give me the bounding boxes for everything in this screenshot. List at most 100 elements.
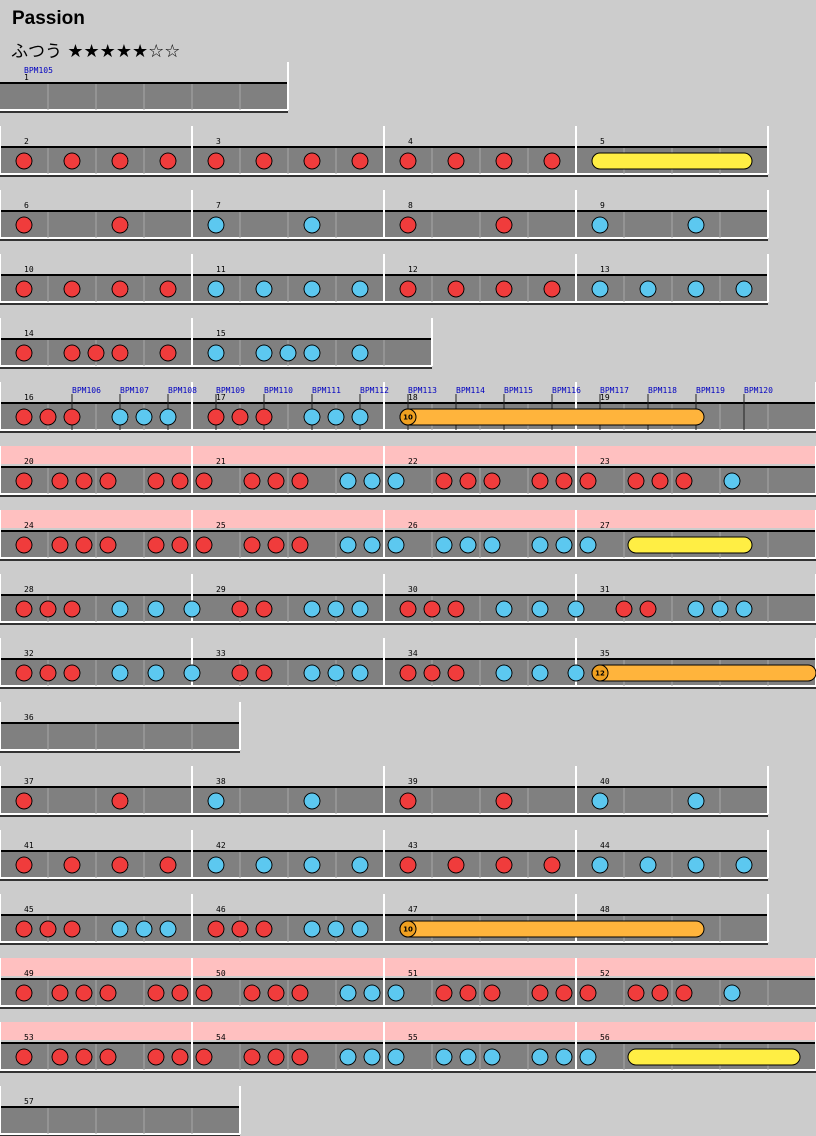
don-note-icon (171, 984, 189, 1002)
ka-note-icon (351, 600, 369, 618)
ka-note-icon (339, 1048, 357, 1066)
don-note-icon (63, 152, 81, 170)
ka-note-icon (207, 856, 225, 874)
measure-number: 11 (216, 265, 226, 274)
don-note-icon (147, 536, 165, 554)
ka-note-icon (459, 1048, 477, 1066)
ka-note-icon (723, 984, 741, 1002)
don-note-icon (255, 664, 273, 682)
ka-note-icon (483, 1048, 501, 1066)
bpm-label: BPM113 (408, 386, 437, 395)
don-note-icon (171, 536, 189, 554)
measure-number: 34 (408, 649, 418, 658)
ka-note-icon (567, 600, 585, 618)
note-chart: 1BPM1052 3 4 56 7 8 910 11 12 1314 1516 17 18 19BPM10… (0, 62, 816, 1136)
bpm-label: BPM112 (360, 386, 389, 395)
ka-note-icon (687, 216, 705, 234)
ka-note-icon (303, 408, 321, 426)
don-note-icon (423, 600, 441, 618)
measure-number: 10 (24, 265, 34, 274)
chart-row: 37 38 39 40 (0, 766, 769, 817)
ka-note-icon (147, 664, 165, 682)
bpm-label: BPM107 (120, 386, 149, 395)
ka-note-icon (111, 408, 129, 426)
ka-note-icon (303, 600, 321, 618)
don-note-icon (15, 856, 33, 874)
don-note-icon (243, 472, 261, 490)
don-note-icon (579, 472, 597, 490)
ka-note-icon (351, 664, 369, 682)
ka-note-icon (303, 792, 321, 810)
bpm-label: BPM110 (264, 386, 293, 395)
don-note-icon (543, 856, 561, 874)
ka-note-icon (363, 472, 381, 490)
lane (0, 724, 240, 750)
ka-note-icon (711, 600, 729, 618)
ka-note-icon (363, 984, 381, 1002)
measure-number: 20 (24, 457, 34, 466)
bpm-label: BPM109 (216, 386, 245, 395)
chart-row: 41 42 43 44 (0, 830, 769, 881)
don-note-icon (51, 1048, 69, 1066)
don-note-icon (399, 280, 417, 298)
don-note-icon (291, 472, 309, 490)
don-note-icon (495, 152, 513, 170)
ka-note-icon (639, 280, 657, 298)
measure-number: 45 (24, 905, 34, 914)
measure-number: 13 (600, 265, 610, 274)
ka-note-icon (735, 856, 753, 874)
ka-note-icon (495, 600, 513, 618)
balloon-count: 12 (595, 670, 605, 678)
ka-note-icon (255, 280, 273, 298)
measure-number: 55 (408, 1033, 418, 1042)
ka-note-icon (435, 536, 453, 554)
ka-note-icon (687, 600, 705, 618)
chart-row: 1BPM105 (0, 62, 289, 113)
don-note-icon (447, 856, 465, 874)
ka-note-icon (255, 344, 273, 362)
measure-number: 50 (216, 969, 226, 978)
measure-number: 3 (216, 137, 221, 146)
balloon-icon (399, 920, 705, 938)
don-note-icon (159, 280, 177, 298)
don-note-icon (447, 280, 465, 298)
ka-note-icon (255, 856, 273, 874)
don-note-icon (15, 408, 33, 426)
ka-note-icon (351, 280, 369, 298)
don-note-icon (615, 600, 633, 618)
don-note-icon (627, 984, 645, 1002)
chart-row: 6 7 8 9 (0, 190, 769, 241)
ka-note-icon (531, 664, 549, 682)
don-note-icon (267, 472, 285, 490)
don-note-icon (159, 856, 177, 874)
ka-note-icon (351, 856, 369, 874)
don-note-icon (195, 472, 213, 490)
measure-number: 38 (216, 777, 226, 786)
don-note-icon (447, 664, 465, 682)
don-note-icon (39, 664, 57, 682)
ka-note-icon (303, 664, 321, 682)
don-note-icon (15, 664, 33, 682)
don-note-icon (195, 984, 213, 1002)
don-note-icon (39, 408, 57, 426)
don-note-icon (207, 920, 225, 938)
ka-note-icon (303, 920, 321, 938)
don-note-icon (291, 984, 309, 1002)
measure-number: 26 (408, 521, 418, 530)
drumroll-icon (627, 1048, 801, 1066)
ka-note-icon (207, 280, 225, 298)
bpm-label: BPM116 (552, 386, 581, 395)
ka-note-icon (387, 984, 405, 1002)
don-note-icon (111, 216, 129, 234)
don-note-icon (63, 600, 81, 618)
ka-note-icon (591, 792, 609, 810)
don-note-icon (579, 984, 597, 1002)
measure-number: 25 (216, 521, 226, 530)
don-note-icon (651, 472, 669, 490)
measure-number: 42 (216, 841, 226, 850)
measure-number: 44 (600, 841, 610, 850)
don-note-icon (651, 984, 669, 1002)
ka-note-icon (579, 536, 597, 554)
measure-number: 16 (24, 393, 34, 402)
don-note-icon (159, 344, 177, 362)
